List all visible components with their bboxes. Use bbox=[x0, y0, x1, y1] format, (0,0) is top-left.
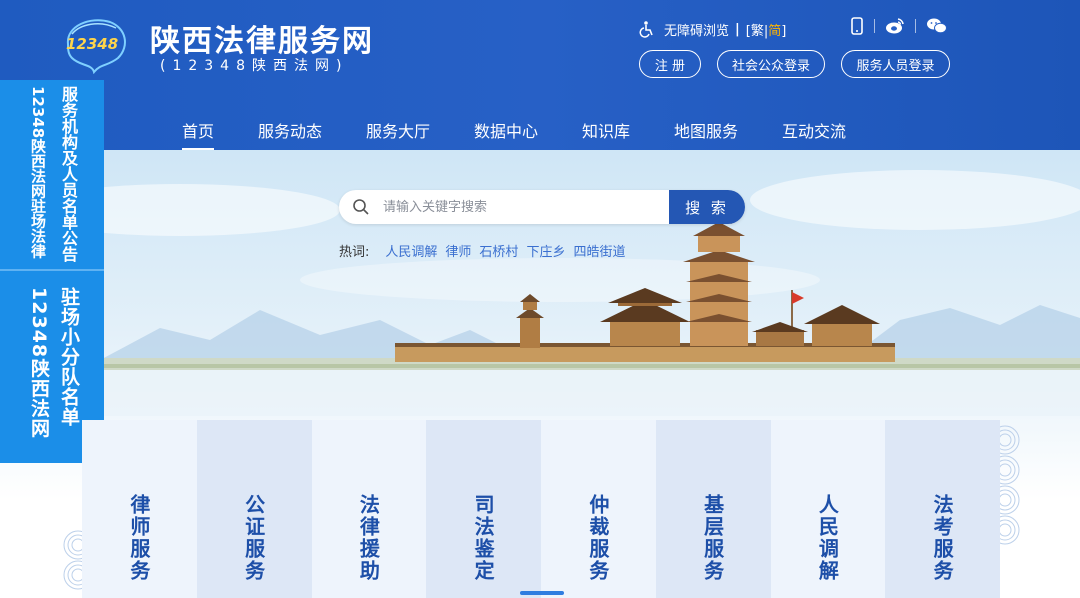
wheelchair-icon bbox=[639, 21, 653, 38]
wechat-icon[interactable] bbox=[926, 17, 948, 35]
nav-home[interactable]: 首页 bbox=[182, 118, 215, 151]
service-card-mediation[interactable]: 人民调解 bbox=[770, 420, 886, 598]
service-card-lawyer[interactable]: 律师服务 bbox=[82, 420, 197, 598]
hot-word[interactable]: 人民调解 bbox=[385, 241, 437, 260]
utility-bar: 无障碍浏览 | [繁|简] bbox=[638, 18, 786, 40]
service-card-label: 人民调解 bbox=[815, 494, 840, 582]
hot-word[interactable]: 律师 bbox=[445, 241, 471, 260]
service-cards: 律师服务 公证服务 法律援助 司法鉴定 仲裁服务 基层服务 人民调解 法考服务 bbox=[82, 420, 1000, 598]
staff-login-button[interactable]: 服务人员登录 bbox=[841, 50, 950, 78]
nav-knowledge-base[interactable]: 知识库 bbox=[582, 118, 630, 142]
service-card-arbitration[interactable]: 仲裁服务 bbox=[541, 420, 656, 598]
site-title: 陕西法律服务网 bbox=[150, 24, 374, 59]
search-bar: 搜 索 bbox=[339, 190, 745, 224]
divider bbox=[874, 19, 875, 33]
service-card-label: 司法鉴定 bbox=[471, 494, 496, 582]
nav-service-news[interactable]: 服务动态 bbox=[258, 118, 322, 142]
hot-word[interactable]: 下庄乡 bbox=[526, 241, 565, 260]
service-card-label: 法律援助 bbox=[356, 494, 381, 582]
service-card-label: 法考服务 bbox=[930, 494, 955, 582]
lang-simplified[interactable]: 简 bbox=[768, 24, 781, 39]
hot-label: 热词: bbox=[339, 245, 370, 260]
service-card-forensic[interactable]: 司法鉴定 bbox=[426, 420, 541, 598]
notice-banner[interactable]: 服务机构及人员名单公告 12348陕西法网驻场法律 驻场小分队名单 12348陕… bbox=[0, 80, 104, 463]
mobile-icon[interactable] bbox=[850, 17, 864, 35]
site-header: 12348 陕西法律服务网 (12348陕西法网) 无障碍浏览 | [繁|简] bbox=[0, 0, 1080, 151]
accessibility-link[interactable]: 无障碍浏览 bbox=[638, 20, 729, 39]
service-card-legal-aid[interactable]: 法律援助 bbox=[311, 420, 427, 598]
search-icon bbox=[339, 190, 383, 224]
divider bbox=[915, 19, 916, 33]
hot-words: 热词: 人民调解 律师 石桥村 下庄乡 四皓街道 bbox=[339, 241, 625, 260]
weibo-icon[interactable] bbox=[885, 17, 905, 35]
nav-interaction[interactable]: 互动交流 bbox=[782, 118, 846, 142]
nav-map-service[interactable]: 地图服务 bbox=[674, 118, 738, 142]
service-card-law-exam[interactable]: 法考服务 bbox=[885, 420, 1000, 598]
service-card-label: 基层服务 bbox=[700, 494, 725, 582]
lang-traditional[interactable]: 繁 bbox=[751, 24, 764, 39]
notice-title-4: 12348陕西法网 bbox=[28, 287, 50, 439]
service-card-label: 公证服务 bbox=[241, 494, 266, 582]
site-subtitle: (12348陕西法网) bbox=[160, 58, 349, 74]
nav-data-center[interactable]: 数据中心 bbox=[474, 118, 538, 142]
social-icons bbox=[850, 17, 948, 35]
search-button[interactable]: 搜 索 bbox=[669, 190, 745, 224]
site-logo[interactable]: 12348 bbox=[60, 14, 132, 75]
language-toggle[interactable]: [繁|简] bbox=[746, 20, 787, 39]
hot-word[interactable]: 四皓街道 bbox=[573, 241, 625, 260]
notice-title-1: 服务机构及人员名单公告 bbox=[59, 86, 78, 262]
service-card-label: 律师服务 bbox=[126, 494, 151, 582]
notice-title-3: 驻场小分队名单 bbox=[58, 287, 80, 427]
scroll-indicator[interactable] bbox=[520, 591, 564, 595]
nav-service-hall[interactable]: 服务大厅 bbox=[366, 118, 430, 142]
public-login-button[interactable]: 社会公众登录 bbox=[717, 50, 825, 78]
notice-title-2: 12348陕西法网驻场法律 bbox=[29, 86, 47, 259]
notice-divider bbox=[0, 269, 104, 271]
accessibility-label: 无障碍浏览 bbox=[664, 23, 730, 39]
divider: | bbox=[735, 21, 740, 37]
search-input[interactable] bbox=[383, 190, 669, 224]
service-card-grassroots[interactable]: 基层服务 bbox=[655, 420, 771, 598]
register-button[interactable]: 注 册 bbox=[639, 50, 701, 78]
service-card-label: 仲裁服务 bbox=[585, 494, 610, 582]
service-card-notary[interactable]: 公证服务 bbox=[196, 420, 312, 598]
logo-text: 12348 bbox=[66, 35, 118, 53]
hot-word[interactable]: 石桥村 bbox=[479, 241, 518, 260]
